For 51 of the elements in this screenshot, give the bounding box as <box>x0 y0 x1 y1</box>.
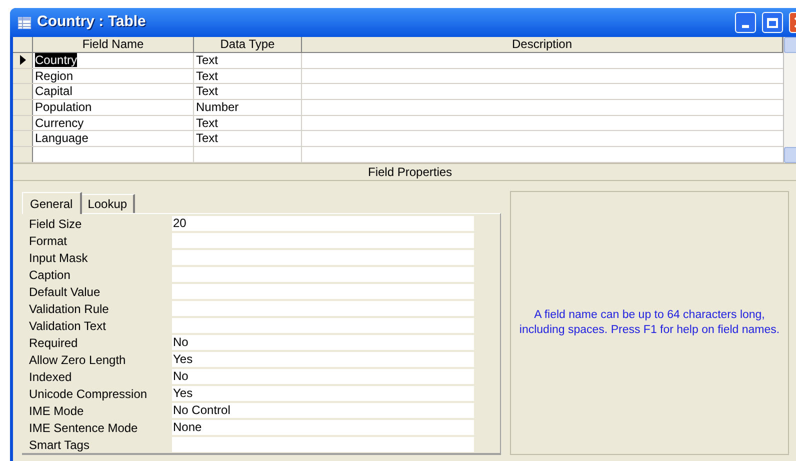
property-label: Default Value <box>28 284 102 300</box>
property-label: Field Size <box>28 216 83 232</box>
property-field[interactable] <box>172 233 474 248</box>
property-field[interactable]: No Control <box>172 403 474 418</box>
maximize-button[interactable] <box>762 12 783 33</box>
table-cell[interactable]: Text <box>196 84 218 98</box>
table-cell[interactable]: Text <box>196 131 218 146</box>
column-header: Field Name <box>33 37 194 52</box>
property-field[interactable]: 20 <box>172 216 474 231</box>
tab[interactable]: General <box>22 192 82 214</box>
table-cell[interactable]: Currency <box>35 116 84 130</box>
property-field[interactable] <box>172 318 474 333</box>
table-cell[interactable]: Text <box>196 53 218 67</box>
table-cell[interactable]: Language <box>35 131 88 146</box>
property-label: Caption <box>28 266 72 284</box>
minimize-button[interactable] <box>735 12 756 33</box>
property-label: Unicode Compression <box>28 386 148 402</box>
property-label: Indexed <box>28 368 73 386</box>
property-label: Required <box>28 334 79 352</box>
property-field[interactable] <box>172 250 474 265</box>
column-header: Data Type <box>194 37 302 52</box>
property-field[interactable]: Yes <box>172 386 474 401</box>
row-selector[interactable] <box>13 53 33 68</box>
table-cell[interactable]: Number <box>196 100 239 114</box>
property-label: Smart Tags <box>28 436 90 454</box>
table-cell[interactable]: Region <box>35 68 74 83</box>
property-label: Input Mask <box>28 250 89 266</box>
property-field[interactable]: None <box>172 420 474 435</box>
property-label: Validation Text <box>28 318 107 334</box>
window-title: Country : Table <box>37 12 146 32</box>
property-field[interactable]: No <box>172 369 474 384</box>
table-cell[interactable]: Text <box>196 68 218 83</box>
help-text: A field name can be up to 64 characters long, including spaces. Press F1 for help on field names. <box>519 308 780 338</box>
section-title: Field Properties <box>368 164 452 181</box>
property-field[interactable] <box>172 437 474 452</box>
table-cell[interactable]: Country <box>35 53 78 67</box>
property-field[interactable] <box>172 267 474 282</box>
table-cell[interactable]: Text <box>196 116 218 130</box>
tab[interactable]: Lookup <box>82 194 136 213</box>
table-cell[interactable]: Population <box>35 100 92 114</box>
table-icon <box>18 16 31 28</box>
property-field[interactable]: Yes <box>172 352 474 367</box>
property-field[interactable] <box>172 301 474 316</box>
property-field[interactable] <box>172 284 474 299</box>
property-label: Allow Zero Length <box>28 352 127 368</box>
table-cell[interactable]: Capital <box>35 84 72 98</box>
property-label: Format <box>28 232 68 250</box>
property-label: IME Mode <box>28 402 85 420</box>
property-label: Validation Rule <box>28 300 110 318</box>
property-field[interactable]: No <box>172 335 474 350</box>
property-label: IME Sentence Mode <box>28 420 139 436</box>
